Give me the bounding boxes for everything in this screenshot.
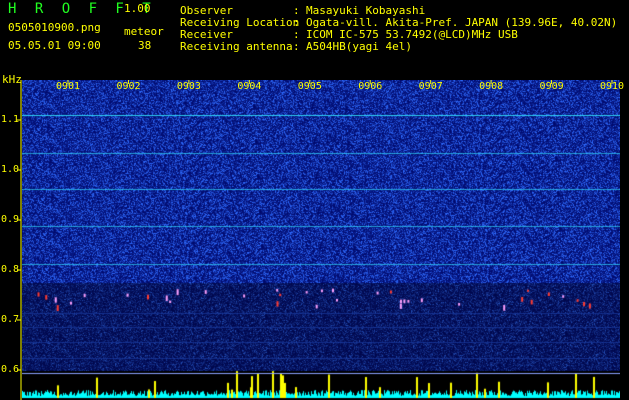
x-tick-label: 0902: [116, 81, 141, 92]
y-axis-unit: kHz: [2, 73, 22, 86]
x-tick-label: 0901: [56, 81, 81, 92]
y-tick-label: 0.8: [1, 264, 20, 275]
y-tick-label: 1.1: [1, 114, 20, 125]
x-tick-label: 0908: [479, 81, 504, 92]
y-tick-label: 0.9: [1, 214, 20, 225]
y-tick-label: 1.0: [1, 164, 20, 175]
x-tick-label: 0903: [176, 81, 201, 92]
x-tick-label: 0910: [600, 81, 625, 92]
hrofft-window: H R O F F T 1.00 0505010900.png meteor 0…: [0, 0, 629, 400]
y-tick-label: 0.7: [1, 314, 20, 325]
x-tick-label: 0906: [358, 81, 383, 92]
x-tick-label: 0905: [297, 81, 322, 92]
y-tick-label: 0.6: [1, 364, 20, 375]
x-tick-label: 0909: [539, 81, 564, 92]
spectrogram-axes: [17, 80, 613, 400]
x-tick-label: 0904: [237, 81, 262, 92]
x-tick-label: 0907: [418, 81, 443, 92]
